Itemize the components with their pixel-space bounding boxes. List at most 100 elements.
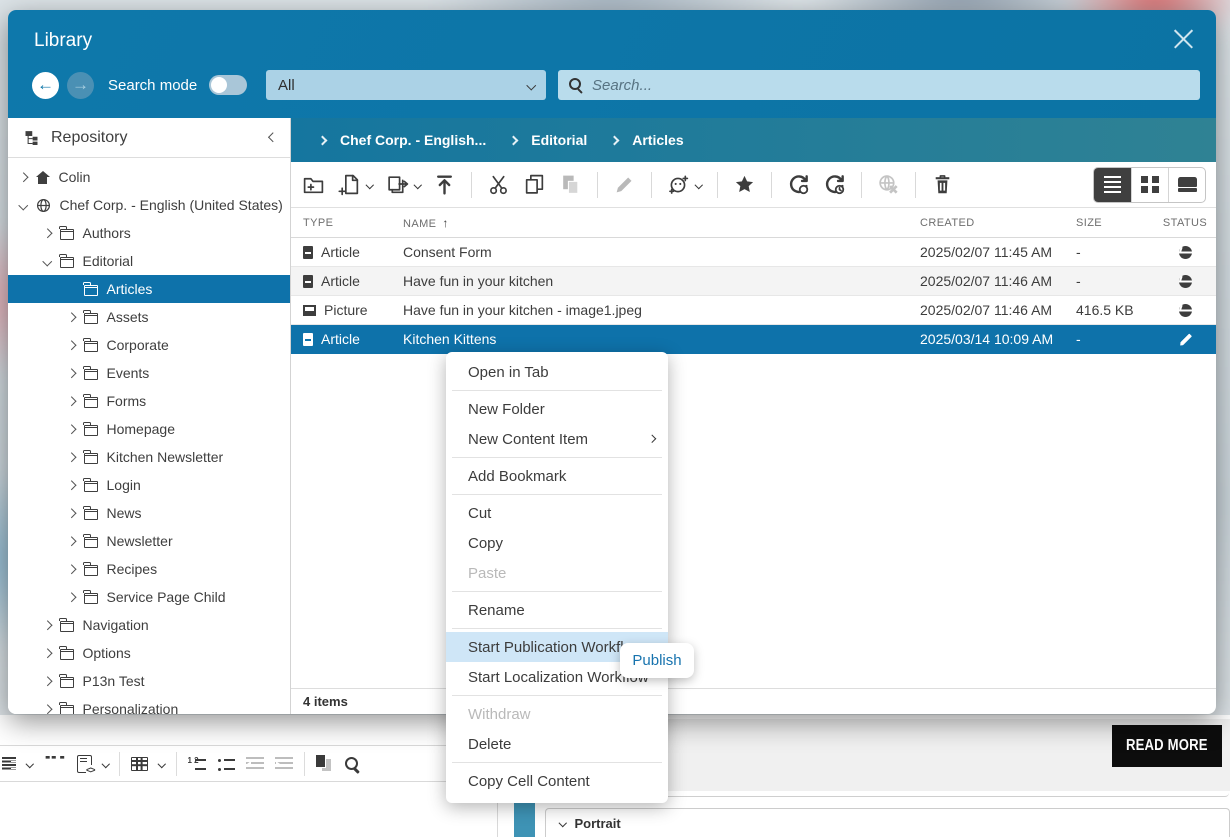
portrait-section[interactable]: Portrait	[545, 808, 1230, 837]
expand-icon[interactable]	[19, 172, 28, 181]
expand-icon[interactable]	[67, 452, 76, 461]
publish-schedule-button[interactable]	[823, 173, 846, 196]
tree-item-options[interactable]: Options	[8, 639, 290, 667]
column-size[interactable]: SIZE	[1076, 217, 1154, 229]
read-more-button[interactable]: READ MORE	[1112, 725, 1222, 767]
collapse-sidebar-icon[interactable]	[268, 133, 277, 142]
search-field[interactable]	[558, 70, 1200, 100]
outdent-icon[interactable]	[246, 757, 264, 770]
align-icon[interactable]	[2, 757, 16, 770]
expand-icon[interactable]	[67, 312, 76, 321]
tree-item-kitchen-newsletter[interactable]: Kitchen Newsletter	[8, 443, 290, 471]
search-mode-toggle[interactable]	[209, 75, 247, 95]
table-row[interactable]: Article Have fun in your kitchen 2025/02…	[291, 267, 1216, 296]
chevron-down-icon[interactable]	[101, 760, 109, 768]
expand-icon[interactable]	[67, 396, 76, 405]
chevron-down-icon[interactable]	[158, 760, 166, 768]
menu-item-new-content-item[interactable]: New Content Item	[446, 424, 668, 454]
edit-button[interactable]	[613, 173, 636, 196]
expand-icon[interactable]	[67, 340, 76, 349]
expand-icon[interactable]	[43, 704, 52, 713]
withdraw-button[interactable]	[877, 173, 900, 196]
search-input[interactable]	[592, 77, 1189, 94]
expand-icon[interactable]	[67, 368, 76, 377]
thumbnail-view-button[interactable]	[1131, 168, 1168, 202]
tree-item-chef-corp[interactable]: Chef Corp. - English (United States)	[8, 191, 290, 219]
tree-item-editorial[interactable]: Editorial	[8, 247, 290, 275]
new-content-item-button[interactable]	[338, 173, 373, 196]
tree-item-forms[interactable]: Forms	[8, 387, 290, 415]
expand-icon[interactable]	[67, 424, 76, 433]
table-row[interactable]: Article Consent Form 2025/02/07 11:45 AM…	[291, 238, 1216, 267]
breadcrumb-editorial[interactable]: Editorial	[531, 132, 587, 148]
expand-icon[interactable]	[43, 676, 52, 685]
create-variant-button[interactable]	[667, 173, 702, 196]
expand-icon[interactable]	[67, 480, 76, 489]
paste-button[interactable]	[559, 173, 582, 196]
tree-item-p13n-test[interactable]: P13n Test	[8, 667, 290, 695]
expand-icon[interactable]	[67, 592, 76, 601]
tree-item-personalization[interactable]: Personalization	[8, 695, 290, 714]
tree-item-assets[interactable]: Assets	[8, 303, 290, 331]
code-block-icon[interactable]	[77, 755, 92, 773]
expand-icon[interactable]	[67, 508, 76, 517]
new-folder-button[interactable]	[302, 173, 325, 196]
tree-item-news[interactable]: News	[8, 499, 290, 527]
menu-item-new-folder[interactable]: New Folder	[446, 394, 668, 424]
breadcrumb-articles[interactable]: Articles	[632, 132, 683, 148]
indent-icon[interactable]	[275, 757, 293, 770]
breadcrumb-site[interactable]: Chef Corp. - English...	[340, 132, 486, 148]
tree-item-articles[interactable]: Articles	[8, 275, 290, 303]
tree-item-service-page-child[interactable]: Service Page Child	[8, 583, 290, 611]
menu-item-copy[interactable]: Copy	[446, 528, 668, 558]
column-type[interactable]: TYPE	[303, 217, 403, 229]
menu-item-copy-cell-content[interactable]: Copy Cell Content	[446, 766, 668, 796]
table-icon[interactable]	[131, 757, 148, 771]
tree-item-newsletter[interactable]: Newsletter	[8, 527, 290, 555]
publish-button[interactable]	[787, 173, 810, 196]
forward-icon[interactable]: →	[67, 72, 94, 99]
collapse-icon[interactable]	[19, 200, 28, 209]
menu-item-withdraw[interactable]: Withdraw	[446, 699, 668, 729]
find-replace-icon[interactable]	[343, 755, 360, 772]
bookmark-button[interactable]	[733, 173, 756, 196]
expand-icon[interactable]	[67, 536, 76, 545]
expand-icon[interactable]	[67, 564, 76, 573]
column-status[interactable]: STATUS	[1154, 217, 1216, 229]
tree-item-recipes[interactable]: Recipes	[8, 555, 290, 583]
tree-item-login[interactable]: Login	[8, 471, 290, 499]
column-created[interactable]: CREATED	[920, 217, 1076, 229]
blockquote-icon[interactable]: ““	[44, 756, 66, 772]
copy-to-folder-button[interactable]	[386, 173, 421, 196]
paste-icon[interactable]	[316, 755, 332, 772]
menu-item-paste[interactable]: Paste	[446, 558, 668, 588]
tree-item-authors[interactable]: Authors	[8, 219, 290, 247]
close-icon[interactable]	[1168, 24, 1198, 54]
tree-item-homepage[interactable]: Homepage	[8, 415, 290, 443]
expand-icon[interactable]	[43, 620, 52, 629]
back-icon[interactable]: ←	[32, 72, 59, 99]
tree-item-corporate[interactable]: Corporate	[8, 331, 290, 359]
card-view-button[interactable]	[1168, 168, 1205, 202]
menu-item-delete[interactable]: Delete	[446, 729, 668, 759]
tree-item-events[interactable]: Events	[8, 359, 290, 387]
cut-button[interactable]	[487, 173, 510, 196]
tree-item-colin[interactable]: Colin	[8, 163, 290, 191]
menu-item-rename[interactable]: Rename	[446, 595, 668, 625]
list-view-button[interactable]	[1094, 168, 1131, 202]
menu-item-cut[interactable]: Cut	[446, 498, 668, 528]
column-name[interactable]: NAME↑	[403, 216, 920, 230]
type-filter-dropdown[interactable]: All	[266, 70, 546, 100]
table-row-selected[interactable]: Article Kitchen Kittens 2025/03/14 10:09…	[291, 325, 1216, 354]
tree-item-navigation[interactable]: Navigation	[8, 611, 290, 639]
table-row[interactable]: Picture Have fun in your kitchen - image…	[291, 296, 1216, 325]
menu-item-open-in-tab[interactable]: Open in Tab	[446, 357, 668, 387]
copy-button[interactable]	[523, 173, 546, 196]
collapse-icon[interactable]	[43, 256, 52, 265]
ordered-list-icon[interactable]	[188, 757, 206, 771]
delete-button[interactable]	[931, 173, 954, 196]
chevron-down-icon[interactable]	[26, 760, 34, 768]
menu-item-add-bookmark[interactable]: Add Bookmark	[446, 461, 668, 491]
expand-icon[interactable]	[43, 228, 52, 237]
unordered-list-icon[interactable]	[217, 757, 235, 771]
